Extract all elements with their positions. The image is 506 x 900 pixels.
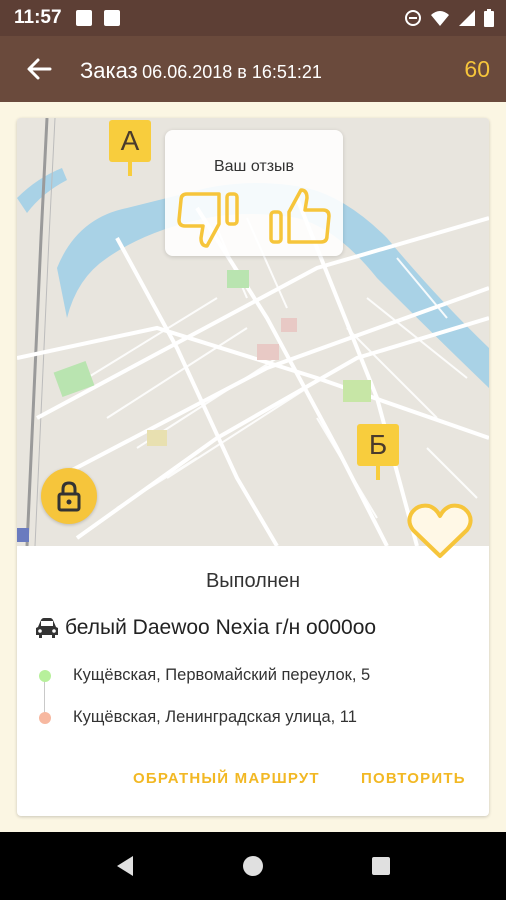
order-card: А Б Ваш отзыв Выполнен белый Daewoo Nexi… <box>17 118 489 816</box>
home-circle-icon[interactable] <box>241 854 265 878</box>
car-icon <box>36 618 58 638</box>
thumbs-down-icon[interactable] <box>175 186 243 250</box>
start-marker: А <box>109 120 151 176</box>
lock-icon <box>57 481 81 512</box>
back-triangle-icon[interactable] <box>113 854 137 878</box>
sd-card-icon <box>104 10 120 26</box>
repeat-button[interactable]: ПОВТОРИТЬ <box>361 770 466 787</box>
end-marker: Б <box>357 424 399 480</box>
end-address: Кущёвская, Ленинградская улица, 11 <box>73 708 357 726</box>
order-counter: 60 <box>464 56 490 82</box>
car-description: белый Daewoo Nexia г/н о000оо <box>65 616 377 639</box>
notification-icon <box>76 10 92 26</box>
signal-icon <box>459 10 475 26</box>
lock-button[interactable] <box>41 468 97 524</box>
start-dot <box>39 670 51 682</box>
route-list: Кущёвская, Первомайский переулок, 5 Кущё… <box>31 658 471 728</box>
dnd-icon <box>405 10 421 26</box>
status-bar: 11:57 <box>0 0 506 36</box>
order-status: Выполнен <box>205 570 301 592</box>
reverse-route-button[interactable]: ОБРАТНЫЙ МАРШРУТ <box>133 770 320 787</box>
title-label: Заказ <box>80 58 138 83</box>
start-address: Кущёвская, Первомайский переулок, 5 <box>73 666 371 684</box>
page-title: Заказ 06.06.2018 в 16:51:21 <box>80 58 322 84</box>
arrow-left-icon[interactable] <box>22 52 56 86</box>
thumbs-up-icon[interactable] <box>265 186 333 250</box>
heart-icon[interactable] <box>405 500 475 562</box>
wifi-icon <box>431 11 449 26</box>
route-map[interactable]: А Б Ваш отзыв <box>17 118 489 558</box>
order-datetime: 06.06.2018 в 16:51:21 <box>142 62 322 82</box>
status-icons <box>404 9 494 27</box>
status-time: 11:57 <box>14 7 62 28</box>
feedback-panel: Ваш отзыв <box>165 130 343 256</box>
system-nav-bar <box>0 832 506 900</box>
end-dot <box>39 712 51 724</box>
car-info: белый Daewoo Nexia г/н о000оо <box>35 616 376 640</box>
feedback-title: Ваш отзыв <box>213 158 295 175</box>
battery-icon <box>484 9 494 27</box>
app-bar: Заказ 06.06.2018 в 16:51:21 60 <box>0 36 506 102</box>
recents-square-icon[interactable] <box>369 854 393 878</box>
